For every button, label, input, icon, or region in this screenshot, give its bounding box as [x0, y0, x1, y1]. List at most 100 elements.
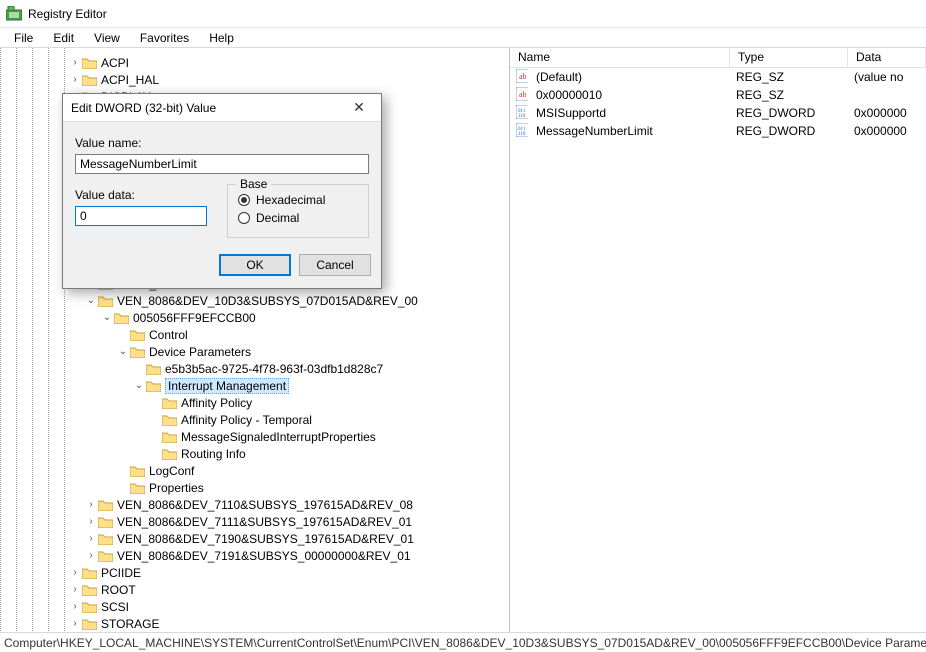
folder-icon	[146, 363, 161, 375]
tree-item[interactable]: ⌄Device Parameters	[36, 343, 509, 360]
dialog-title-bar[interactable]: Edit DWORD (32-bit) Value ✕	[63, 94, 381, 122]
list-cell-name: 0x00000010	[528, 88, 728, 102]
tree-item-label: Affinity Policy	[181, 396, 252, 410]
tree-item[interactable]: ⌄ VEN_8086&DEV_10D3&SUBSYS_07D015AD&REV_0…	[36, 292, 509, 309]
app-icon	[6, 6, 22, 22]
collapse-icon[interactable]: ⌄	[116, 346, 130, 357]
tree-item-label: Control	[149, 328, 188, 342]
tree-item[interactable]: ›ACPI	[36, 54, 509, 71]
collapse-icon[interactable]: ⌄	[84, 295, 98, 306]
list-row[interactable]: MSISupportdREG_DWORD0x000000	[510, 104, 926, 122]
tree-item-label: PCIIDE	[101, 566, 141, 580]
tree-item[interactable]: e5b3b5ac-9725-4f78-963f-03dfb1d828c7	[36, 360, 509, 377]
collapse-icon[interactable]: ⌄	[100, 312, 114, 323]
list-cell-data: 0x000000	[846, 106, 926, 120]
ok-button-label: OK	[246, 258, 263, 272]
list-row[interactable]: (Default)REG_SZ(value no	[510, 68, 926, 86]
folder-icon	[98, 550, 113, 562]
cancel-button-label: Cancel	[316, 258, 353, 272]
expand-icon[interactable]: ›	[84, 516, 98, 527]
value-name-input[interactable]	[75, 154, 369, 174]
folder-icon	[130, 465, 145, 477]
close-icon: ✕	[353, 99, 365, 116]
tree-item-label: VEN_8086&DEV_7191&SUBSYS_00000000&REV_01	[117, 549, 411, 563]
tree-item-label: VEN_8086&DEV_10D3&SUBSYS_07D015AD&REV_00	[117, 294, 418, 308]
tree-item-label: MessageSignaledInterruptProperties	[181, 430, 376, 444]
tree-item[interactable]: ›STORAGE	[36, 615, 509, 632]
expand-icon[interactable]: ›	[68, 74, 82, 85]
folder-icon	[114, 312, 129, 324]
menu-file[interactable]: File	[6, 30, 41, 46]
menu-edit[interactable]: Edit	[45, 30, 82, 46]
tree-item[interactable]: LogConf	[36, 462, 509, 479]
expand-icon[interactable]: ›	[68, 57, 82, 68]
expand-icon[interactable]: ›	[68, 584, 82, 595]
folder-icon	[162, 397, 177, 409]
value-name-label: Value name:	[75, 136, 369, 150]
tree-item[interactable]: › SCSI	[36, 598, 509, 615]
list-row[interactable]: MessageNumberLimitREG_DWORD0x000000	[510, 122, 926, 140]
collapse-icon[interactable]: ⌄	[132, 380, 146, 391]
window-title: Registry Editor	[28, 7, 107, 21]
tree-item-label: e5b3b5ac-9725-4f78-963f-03dfb1d828c7	[165, 362, 383, 376]
tree-item[interactable]: ›ACPI_HAL	[36, 71, 509, 88]
tree-item[interactable]: Affinity Policy - Temporal	[36, 411, 509, 428]
tree-item[interactable]: Affinity Policy	[36, 394, 509, 411]
status-path: Computer\HKEY_LOCAL_MACHINE\SYSTEM\Curre…	[4, 636, 926, 650]
tree-item[interactable]: › VEN_8086&DEV_7110&SUBSYS_197615AD&REV_0…	[36, 496, 509, 513]
tree-item[interactable]: › VEN_8086&DEV_7190&SUBSYS_197615AD&REV_0…	[36, 530, 509, 547]
list-cell-name: (Default)	[528, 70, 728, 84]
tree-item-label: Interrupt Management	[165, 378, 289, 394]
col-header-type[interactable]: Type	[730, 48, 848, 67]
tree-item[interactable]: MessageSignaledInterruptProperties	[36, 428, 509, 445]
title-bar: Registry Editor	[0, 0, 926, 28]
expand-icon[interactable]: ›	[68, 601, 82, 612]
folder-icon	[130, 482, 145, 494]
radio-decimal[interactable]: Decimal	[238, 211, 358, 225]
status-bar: Computer\HKEY_LOCAL_MACHINE\SYSTEM\Curre…	[0, 632, 926, 652]
tree-item[interactable]: ›VEN_8086&DEV_7111&SUBSYS_197615AD&REV_0…	[36, 513, 509, 530]
folder-icon	[162, 431, 177, 443]
value-data-input[interactable]	[75, 206, 207, 226]
expand-icon[interactable]: ›	[84, 533, 98, 544]
reg-dword-icon	[510, 105, 528, 122]
col-header-name[interactable]: Name	[510, 48, 730, 67]
ok-button[interactable]: OK	[219, 254, 291, 276]
tree-item[interactable]: › PCIIDE	[36, 564, 509, 581]
expand-icon[interactable]: ›	[84, 499, 98, 510]
list-cell-data: (value no	[846, 70, 926, 84]
tree-item[interactable]: ›ROOT	[36, 581, 509, 598]
expand-icon[interactable]: ›	[68, 567, 82, 578]
radio-hexadecimal[interactable]: Hexadecimal	[238, 193, 358, 207]
list-header[interactable]: Name Type Data	[510, 48, 926, 68]
folder-icon	[82, 57, 97, 69]
cancel-button[interactable]: Cancel	[299, 254, 371, 276]
menu-view[interactable]: View	[86, 30, 128, 46]
tree-item[interactable]: Properties	[36, 479, 509, 496]
tree-item[interactable]: ⌄005056FFF9EFCCB00	[36, 309, 509, 326]
dialog-close-button[interactable]: ✕	[345, 97, 373, 119]
tree-item-label: Routing Info	[181, 447, 246, 461]
col-header-data[interactable]: Data	[848, 48, 926, 67]
radio-icon	[238, 194, 250, 206]
radio-dec-label: Decimal	[256, 211, 299, 225]
tree-item-label: VEN_8086&DEV_7110&SUBSYS_197615AD&REV_08	[117, 498, 413, 512]
tree-item[interactable]: Routing Info	[36, 445, 509, 462]
folder-icon	[130, 346, 145, 358]
tree-item[interactable]: Control	[36, 326, 509, 343]
menu-help[interactable]: Help	[201, 30, 242, 46]
menu-favorites[interactable]: Favorites	[132, 30, 197, 46]
tree-item[interactable]: ⌄ Interrupt Management	[36, 377, 509, 394]
list-row[interactable]: 0x00000010REG_SZ	[510, 86, 926, 104]
list-pane[interactable]: Name Type Data (Default)REG_SZ(value no0…	[510, 48, 926, 632]
folder-icon	[98, 516, 113, 528]
tree-item-label: VEN_8086&DEV_7190&SUBSYS_197615AD&REV_01	[117, 532, 414, 546]
folder-icon	[130, 329, 145, 341]
radio-icon	[238, 212, 250, 224]
base-label: Base	[236, 177, 271, 191]
tree-item-label: LogConf	[149, 464, 194, 478]
expand-icon[interactable]: ›	[84, 550, 98, 561]
expand-icon[interactable]: ›	[68, 618, 82, 629]
tree-item[interactable]: › VEN_8086&DEV_7191&SUBSYS_00000000&REV_0…	[36, 547, 509, 564]
tree-item-label: SCSI	[101, 600, 129, 614]
